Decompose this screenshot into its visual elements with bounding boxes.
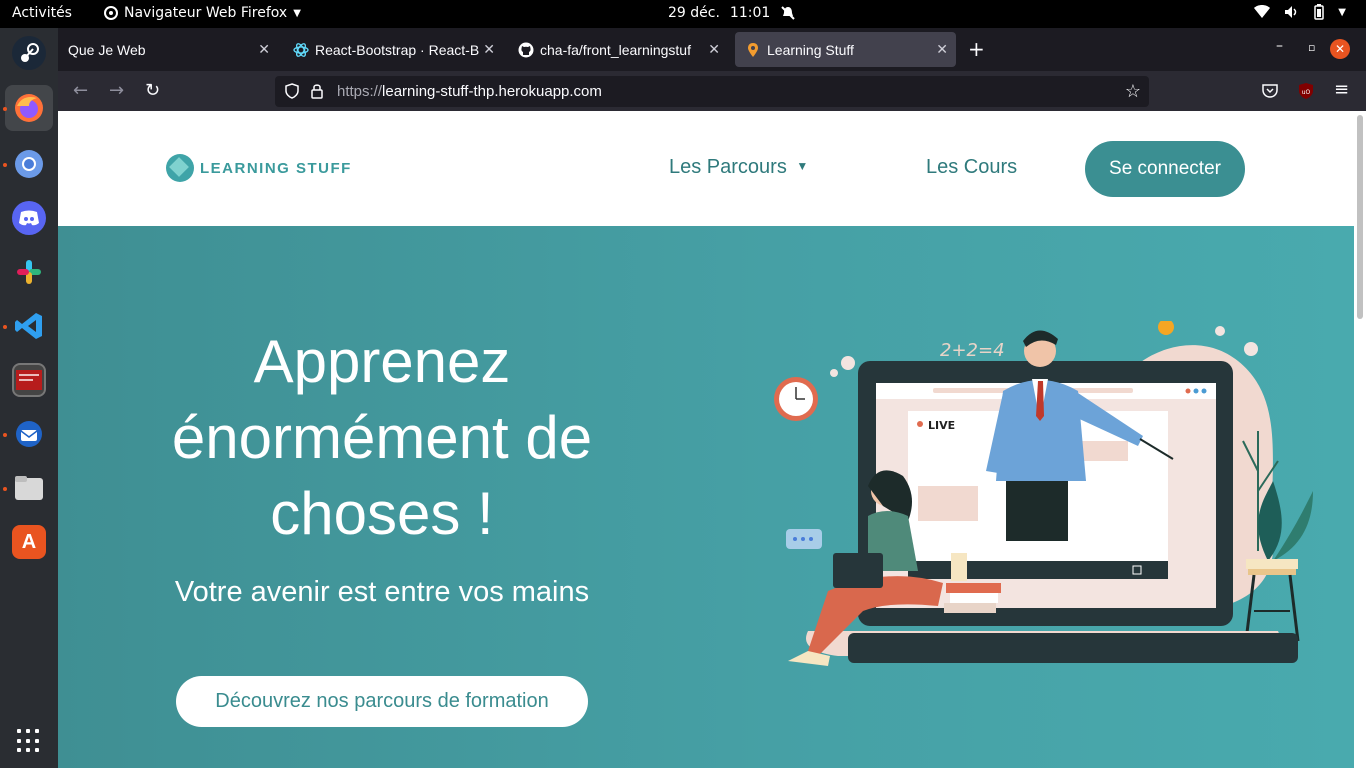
- vscode-running-indicator: [3, 325, 7, 329]
- logo-mark-icon: [166, 154, 194, 182]
- hamburger-menu-icon[interactable]: ≡: [1334, 79, 1349, 100]
- tab-react-bootstrap[interactable]: React-Bootstrap · React-B ✕: [283, 32, 503, 67]
- tab-github[interactable]: cha-fa/front_learningstuf ✕: [508, 32, 728, 67]
- scrollbar-thumb[interactable]: [1357, 115, 1363, 319]
- tracking-protection-shield-icon[interactable]: [285, 83, 299, 99]
- chevron-down-icon: ▼: [1338, 6, 1346, 18]
- close-tab-icon[interactable]: ✕: [258, 41, 270, 58]
- files-running-indicator: [3, 487, 7, 491]
- pocket-icon[interactable]: [1262, 83, 1278, 99]
- tab-title: React-Bootstrap · React-B: [315, 41, 480, 58]
- app-menu[interactable]: Navigateur Web Firefox ▼: [104, 5, 301, 21]
- do-not-disturb-icon: [781, 6, 795, 20]
- ublock-origin-icon[interactable]: uO: [1298, 82, 1314, 100]
- nav-cours-link[interactable]: Les Cours: [926, 156, 1017, 179]
- chevron-down-icon: ▼: [293, 7, 301, 19]
- hero-title: Apprenez énormément de choses !: [171, 328, 593, 547]
- svg-text:uO: uO: [1302, 89, 1311, 96]
- browser-nav-toolbar: ← → ↻ https://learning-stuff-thp.herokua…: [58, 71, 1366, 111]
- steam-icon[interactable]: [12, 36, 46, 70]
- reload-icon[interactable]: ↻: [145, 80, 160, 101]
- tab-learning-stuff[interactable]: Learning Stuff ✕: [735, 32, 956, 67]
- clock[interactable]: 29 déc. 11:01: [668, 5, 796, 21]
- url-host: learning-stuff-thp.herokuapp.com: [382, 83, 602, 100]
- site-header: LEARNING STUFF Les Parcours ▼ Les Cours …: [58, 111, 1354, 226]
- terminal-icon[interactable]: [12, 363, 46, 397]
- learning-stuff-favicon: [748, 42, 758, 57]
- chromium-icon[interactable]: [12, 147, 46, 181]
- tab-title: Learning Stuff: [767, 41, 854, 58]
- close-window-button[interactable]: ✕: [1330, 39, 1350, 59]
- system-tray[interactable]: ▼: [1254, 4, 1346, 20]
- url-text: https://learning-stuff-thp.herokuapp.com: [337, 83, 602, 100]
- discord-icon[interactable]: [12, 201, 46, 235]
- web-page: LEARNING STUFF Les Parcours ▼ Les Cours …: [58, 111, 1354, 768]
- back-arrow-icon[interactable]: ←: [73, 80, 88, 101]
- firefox-running-indicator: [3, 107, 7, 111]
- nav-parcours-dropdown[interactable]: Les Parcours ▼: [669, 156, 808, 179]
- url-bar[interactable]: https://learning-stuff-thp.herokuapp.com…: [275, 76, 1149, 107]
- hero-section: Apprenez énormément de choses ! Votre av…: [58, 226, 1354, 768]
- page-scrollbar[interactable]: [1354, 111, 1366, 768]
- wifi-icon: [1254, 5, 1271, 18]
- activities-button[interactable]: Activités: [12, 5, 72, 21]
- close-tab-icon[interactable]: ✕: [936, 41, 948, 58]
- react-bootstrap-favicon: [293, 42, 309, 57]
- system-top-bar: Activités Navigateur Web Firefox ▼ 29 dé…: [0, 0, 1366, 28]
- vscode-icon[interactable]: [12, 309, 46, 343]
- lock-icon[interactable]: [311, 83, 323, 99]
- caret-down-icon: ▼: [796, 159, 809, 173]
- volume-icon: [1285, 6, 1297, 18]
- browser-tab-strip: Que Je Web ✕ React-Bootstrap · React-B ✕…: [58, 28, 1366, 71]
- clock-time: 11:01: [729, 5, 771, 21]
- nav-parcours-label: Les Parcours: [669, 156, 787, 178]
- thunderbird-icon[interactable]: [12, 417, 46, 451]
- minimize-window-button[interactable]: –: [1276, 38, 1283, 54]
- tab-que-je-web[interactable]: Que Je Web ✕: [58, 32, 278, 67]
- slack-icon[interactable]: [12, 255, 46, 289]
- site-logo[interactable]: LEARNING STUFF: [166, 154, 352, 182]
- dock: A: [0, 28, 58, 768]
- illustration-equation: 2+2=4: [940, 340, 1005, 361]
- live-badge: LIVE: [928, 419, 955, 432]
- app-menu-label: Navigateur Web Firefox: [124, 5, 288, 21]
- battery-icon: [1314, 4, 1325, 20]
- ubuntu-software-icon[interactable]: A: [12, 525, 46, 559]
- tab-title: Que Je Web: [68, 41, 146, 58]
- close-tab-icon[interactable]: ✕: [481, 41, 495, 58]
- logo-text: LEARNING STUFF: [200, 159, 352, 177]
- tab-title: cha-fa/front_learningstuf: [540, 41, 691, 58]
- show-applications-icon[interactable]: [17, 729, 41, 753]
- chromium-running-indicator: [3, 163, 7, 167]
- clock-date: 29 déc.: [668, 5, 720, 21]
- github-favicon: [518, 42, 534, 57]
- url-protocol: https://: [337, 83, 383, 100]
- files-icon[interactable]: [12, 471, 46, 505]
- bookmark-star-icon[interactable]: ☆: [1125, 81, 1141, 102]
- discover-courses-button[interactable]: Découvrez nos parcours de formation: [176, 676, 588, 727]
- firefox-icon[interactable]: [5, 85, 53, 131]
- online-learning-illustration: LIVE 2+2=4: [774, 321, 1313, 666]
- new-tab-button[interactable]: +: [968, 37, 985, 61]
- maximize-window-button[interactable]: ▫: [1308, 41, 1315, 54]
- thunderbird-running-indicator: [3, 433, 7, 437]
- firefox-small-icon: [104, 6, 118, 20]
- forward-arrow-icon[interactable]: →: [109, 80, 124, 101]
- login-button[interactable]: Se connecter: [1085, 141, 1245, 197]
- close-tab-icon[interactable]: ✕: [706, 41, 720, 58]
- hero-subtitle: Votre avenir est entre vos mains: [174, 576, 590, 608]
